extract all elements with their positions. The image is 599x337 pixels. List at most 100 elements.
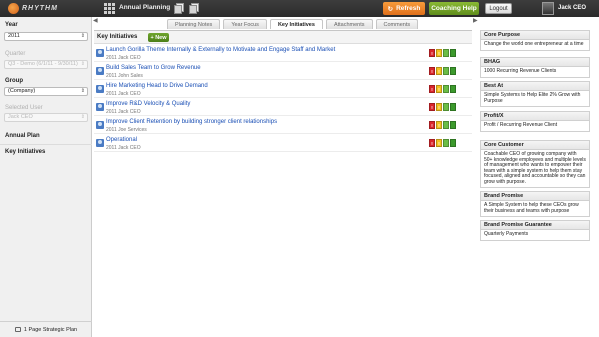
status-segment[interactable]: ! [436, 85, 442, 93]
status-indicator[interactable]: !! [429, 139, 456, 147]
card-body: Change the world one entrepreneur at a t… [484, 41, 584, 47]
initiative-row[interactable]: Improve Client Retention by building str… [94, 118, 472, 134]
quarter-label: Quarter [5, 51, 26, 57]
top-bar: RHYTHM Annual Planning ↻ Refresh Coachin… [0, 0, 599, 17]
initiative-title[interactable]: Improve Client Retention by building str… [106, 119, 277, 125]
initiative-owner: 2011 Jack CEO [106, 91, 141, 97]
coaching-help-button[interactable]: Coaching Help [429, 2, 479, 15]
strategy-card: BHAG 1000 Recurring Revenue Clients [480, 57, 590, 78]
documents-icon[interactable] [189, 3, 199, 14]
initiative-owner: 2011 John Sales [106, 73, 143, 79]
card-body: Quarterly Payments [484, 231, 529, 237]
initiative-row[interactable]: Build Sales Team to Grow Revenue 2011 Joh… [94, 64, 472, 80]
status-segment[interactable] [443, 85, 449, 93]
status-segment[interactable] [443, 103, 449, 111]
collapse-right-icon[interactable]: ▶ [473, 17, 478, 30]
main-header: Key Initiatives + New [94, 31, 472, 44]
initiative-owner: 2011 Jack CEO [106, 109, 141, 115]
status-segment[interactable]: ! [429, 85, 435, 93]
year-select[interactable]: 2011 ⇕ [4, 32, 88, 41]
status-segment[interactable] [450, 67, 456, 75]
main-panel: Key Initiatives + New Launch Gorilla The… [94, 30, 472, 337]
tab-year-focus[interactable]: Year Focus [223, 19, 267, 29]
initiative-row[interactable]: Improve R&D Velocity & Quality 2011 Jack … [94, 100, 472, 116]
status-indicator[interactable]: !! [429, 121, 456, 129]
selected-user-value: Jack CEO [8, 114, 33, 120]
app-title: Annual Planning [119, 4, 171, 11]
select-arrow-icon: ⇕ [80, 114, 85, 120]
initiative-title[interactable]: Build Sales Team to Grow Revenue [106, 65, 201, 71]
status-segment[interactable]: ! [436, 103, 442, 111]
status-segment[interactable] [450, 139, 456, 147]
status-indicator[interactable]: !! [429, 85, 456, 93]
tab-key-initiatives[interactable]: Key Initiatives [269, 19, 323, 29]
selected-user-select: Jack CEO ⇕ [4, 113, 88, 122]
strategy-card: Best At Simple Systems to Help Elite 2% G… [480, 81, 590, 107]
status-segment[interactable]: ! [429, 103, 435, 111]
right-panel: Core Purpose Change the world one entrepr… [476, 30, 594, 337]
group-value: (Company) [8, 88, 36, 94]
status-segment[interactable]: ! [429, 139, 435, 147]
collapse-left-icon[interactable]: ◀ [93, 17, 98, 30]
logout-button[interactable]: Logout [485, 3, 512, 14]
status-segment[interactable] [443, 121, 449, 129]
status-segment[interactable]: ! [436, 67, 442, 75]
card-body: A Simple System to help these CEOs grow … [484, 202, 579, 214]
initiative-row[interactable]: Launch Gorilla Theme Internally & Extern… [94, 46, 472, 62]
tab-attachments[interactable]: Attachments [325, 19, 373, 29]
card-heading: Profit/X [481, 112, 589, 121]
nav-key-initiatives[interactable]: Key Initiatives [5, 149, 45, 155]
initiative-owner: 2011 Joe Services [106, 127, 147, 133]
status-indicator[interactable]: !! [429, 103, 456, 111]
initiative-icon [96, 85, 104, 93]
status-segment[interactable] [443, 49, 449, 57]
status-segment[interactable] [450, 49, 456, 57]
card-heading: BHAG [481, 58, 589, 67]
status-segment[interactable] [443, 67, 449, 75]
initiative-title[interactable]: Operational [106, 137, 137, 143]
card-body: Simple Systems to Help Elite 2% Grow wit… [484, 92, 581, 104]
status-indicator[interactable]: !! [429, 49, 456, 57]
status-indicator[interactable]: !! [429, 67, 456, 75]
nav-annual-plan[interactable]: Annual Plan [5, 133, 40, 139]
card-heading: Brand Promise Guarantee [481, 221, 589, 230]
status-segment[interactable] [450, 103, 456, 111]
logo-text: RHYTHM [22, 5, 58, 12]
status-segment[interactable] [443, 139, 449, 147]
card-body: Coachable CEO of growing company with 50… [484, 151, 586, 185]
status-segment[interactable] [450, 121, 456, 129]
initiative-title[interactable]: Improve R&D Velocity & Quality [106, 101, 190, 107]
status-segment[interactable]: ! [429, 49, 435, 57]
book-icon [14, 327, 21, 332]
status-segment[interactable] [450, 85, 456, 93]
user-avatar[interactable] [542, 2, 554, 15]
card-body: 1000 Recurring Revenue Clients [484, 68, 557, 74]
initiative-title[interactable]: Hire Marketing Head to Drive Demand [106, 83, 208, 89]
app-grid-icon[interactable] [104, 3, 115, 14]
initiative-icon [96, 103, 104, 111]
refresh-icon: ↻ [387, 5, 394, 13]
rhythm-logo[interactable]: RHYTHM [8, 3, 58, 14]
one-page-strategic-plan-link[interactable]: 1 Page Strategic Plan [0, 321, 92, 337]
strategy-card: Brand Promise Guarantee Quarterly Payment… [480, 220, 590, 241]
initiative-icon [96, 139, 104, 147]
status-segment[interactable]: ! [436, 139, 442, 147]
card-heading: Core Customer [481, 141, 589, 150]
status-segment[interactable]: ! [429, 67, 435, 75]
new-initiative-button[interactable]: + New [148, 33, 169, 42]
tab-planning-notes[interactable]: Planning Notes [167, 19, 221, 29]
initiative-owner: 2011 Jack CEO [106, 55, 141, 61]
status-segment[interactable]: ! [436, 49, 442, 57]
status-segment[interactable]: ! [436, 121, 442, 129]
refresh-button[interactable]: ↻ Refresh [383, 2, 425, 15]
group-select[interactable]: (Company) ⇕ [4, 87, 88, 96]
tab-comments[interactable]: Comments [375, 19, 419, 29]
status-segment[interactable]: ! [429, 121, 435, 129]
initiative-icon [96, 67, 104, 75]
initiative-row[interactable]: Operational 2011 Jack CEO!! [94, 136, 472, 152]
initiative-row[interactable]: Hire Marketing Head to Drive Demand 2011 … [94, 82, 472, 98]
initiative-title[interactable]: Launch Gorilla Theme Internally & Extern… [106, 47, 335, 53]
user-name[interactable]: Jack CEO [558, 5, 586, 11]
year-value: 2011 [8, 33, 20, 39]
pages-icon[interactable] [174, 3, 184, 14]
